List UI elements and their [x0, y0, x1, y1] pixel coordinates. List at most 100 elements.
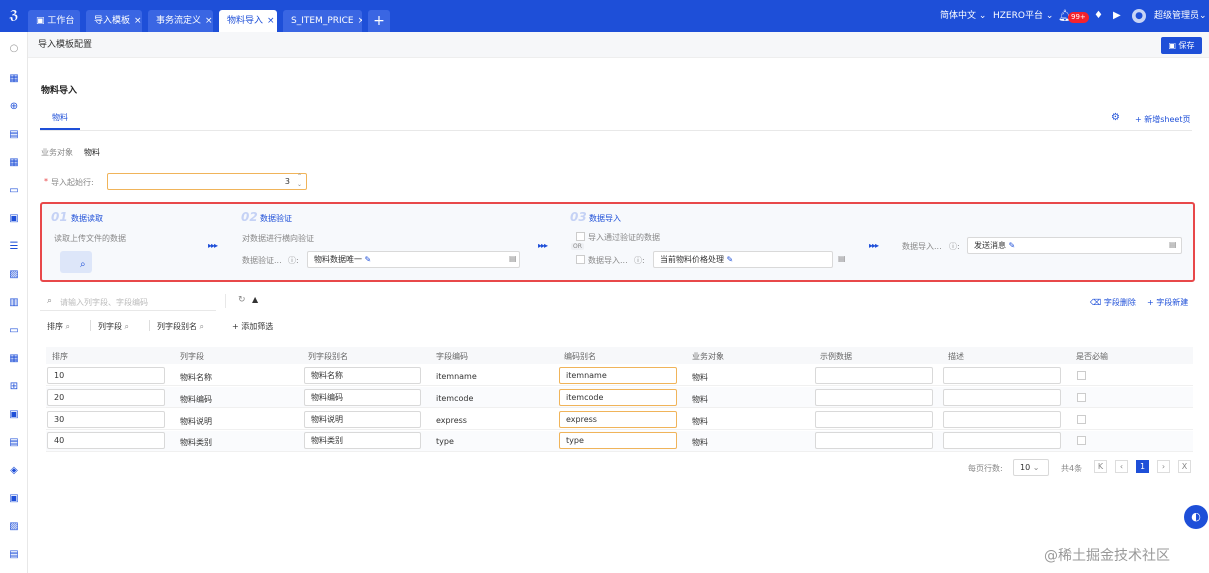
stepper-arrows-icon[interactable]: ⌃ ⌄ [297, 173, 302, 189]
close-icon[interactable]: × [205, 16, 213, 26]
last-page-button[interactable]: X [1178, 460, 1191, 473]
column-header-code-alias: 编码别名 [564, 352, 596, 361]
first-page-button[interactable]: K [1094, 460, 1107, 473]
list-icon[interactable]: ▤ [838, 254, 846, 263]
tab-material-import[interactable]: 物料导入 × [219, 10, 277, 32]
sample-input[interactable] [815, 432, 933, 449]
import-option-checkbox[interactable] [576, 255, 585, 264]
search-icon[interactable]: ○ [7, 42, 21, 56]
sample-input[interactable] [815, 367, 933, 384]
tab-workbench[interactable]: ▣ 工作台 [28, 10, 80, 32]
next-page-button[interactable]: › [1157, 460, 1170, 473]
gear-icon[interactable]: ⚙ [1111, 112, 1120, 123]
alias-input[interactable]: 物料名称 [304, 367, 421, 384]
field-add-button[interactable]: + 字段新建 [1147, 297, 1188, 308]
sample-input[interactable] [815, 389, 933, 406]
import-valid-checkbox[interactable] [576, 232, 585, 241]
code-cell: type [436, 437, 454, 446]
sidebar-item-shield-icon[interactable]: ◈ [7, 464, 21, 478]
add-sheet-button[interactable]: + 新增sheet页 [1135, 114, 1190, 125]
step-2-field-label: 数据验证... [242, 256, 282, 265]
sidebar-item-image-icon[interactable]: ▨ [7, 268, 21, 282]
save-button[interactable]: ▣ 保存 [1161, 37, 1202, 54]
sidebar-item-globe-icon[interactable]: ⊕ [7, 100, 21, 114]
filter-column-alias[interactable]: 列字段别名 ⌕ [157, 321, 204, 332]
field-delete-button[interactable]: ⌫ 字段删除 [1090, 297, 1136, 308]
table-header [46, 347, 1193, 364]
description-input[interactable] [943, 367, 1061, 384]
sidebar-item-calendar-icon[interactable]: ▦ [7, 72, 21, 86]
sidebar-item-report-icon[interactable]: ▨ [7, 520, 21, 534]
platform-selector[interactable]: HZERO平台 ⌄ [993, 0, 1053, 32]
code-alias-input[interactable]: type [559, 432, 677, 449]
tab-item-price[interactable]: S_ITEM_PRICE × [283, 10, 362, 32]
sidebar-item-org-icon[interactable]: ⊞ [7, 380, 21, 394]
sidebar-item-table-icon[interactable]: ▦ [7, 352, 21, 366]
field-cell: 物料类别 [180, 438, 212, 447]
required-checkbox[interactable] [1077, 371, 1086, 380]
step-1-title: 数据读取 [71, 214, 103, 223]
page-size-select[interactable]: 10 ⌄ [1013, 459, 1049, 476]
sidebar-item-list-icon[interactable]: ☰ [7, 240, 21, 254]
code-alias-input[interactable]: express [559, 411, 677, 428]
sidebar-item-monitor-icon[interactable]: ▭ [7, 324, 21, 338]
message-select[interactable]: 发送消息 ✎ [967, 237, 1182, 254]
sheet-tab[interactable]: 物料 [40, 108, 80, 130]
language-selector[interactable]: 简体中文 ⌄ [940, 0, 986, 32]
required-checkbox[interactable] [1077, 393, 1086, 402]
step-2-desc: 对数据进行横向验证 [242, 234, 314, 243]
list-icon[interactable]: ▤ [509, 254, 517, 263]
alias-input[interactable]: 物料编码 [304, 389, 421, 406]
refresh-icon[interactable]: ↻ [238, 295, 246, 305]
tab-transaction-flow[interactable]: 事务流定义 × [148, 10, 213, 32]
current-page[interactable]: 1 [1136, 460, 1149, 473]
start-row-label: 导入起始行: [51, 178, 94, 187]
user-menu[interactable]: 超级管理员⌄ [1154, 0, 1207, 32]
import-select[interactable]: 当前物料价格处理 ✎ [653, 251, 833, 268]
sidebar-item-more-icon[interactable]: ▤ [7, 548, 21, 562]
play-icon[interactable]: ▶ [1113, 0, 1121, 32]
tab-import-template[interactable]: 导入模板 × [86, 10, 142, 32]
prev-page-button[interactable]: ‹ [1115, 460, 1128, 473]
sidebar-item-doc-icon[interactable]: ▤ [7, 128, 21, 142]
order-input[interactable]: 10 [47, 367, 165, 384]
order-input[interactable]: 20 [47, 389, 165, 406]
validation-select[interactable]: 物料数据唯一 ✎ [307, 251, 520, 268]
shirt-icon[interactable]: ♦ [1094, 0, 1103, 32]
required-checkbox[interactable] [1077, 415, 1086, 424]
required-checkbox[interactable] [1077, 436, 1086, 445]
order-input[interactable]: 40 [47, 432, 165, 449]
watermark: @稀土掘金技术社区 [1044, 548, 1170, 564]
code-alias-input[interactable]: itemname [559, 367, 677, 384]
sample-input[interactable] [815, 411, 933, 428]
description-input[interactable] [943, 411, 1061, 428]
order-input[interactable]: 30 [47, 411, 165, 428]
field-search-input[interactable]: 请输入列字段、字段编码 [60, 297, 148, 308]
filter-sort[interactable]: 排序 ⌕ [47, 321, 70, 332]
alias-input[interactable]: 物料类别 [304, 432, 421, 449]
add-tab-button[interactable]: + [368, 10, 390, 32]
sidebar-item-grid-icon[interactable]: ▦ [7, 156, 21, 170]
alias-input[interactable]: 物料说明 [304, 411, 421, 428]
avatar[interactable]: ● [1132, 9, 1146, 23]
app-logo-icon[interactable]: ℨ [6, 7, 22, 23]
description-input[interactable] [943, 389, 1061, 406]
sidebar-item-file-icon[interactable]: ▣ [7, 212, 21, 226]
sidebar-item-card-icon[interactable]: ▤ [7, 436, 21, 450]
sidebar-item-folder-icon[interactable]: ▭ [7, 184, 21, 198]
collapse-icon[interactable]: ▲ [252, 295, 258, 304]
description-input[interactable] [943, 432, 1061, 449]
filter-label: 排序 [47, 322, 63, 331]
start-row-stepper[interactable]: 3 [107, 173, 307, 190]
close-icon[interactable]: × [134, 16, 142, 26]
list-icon[interactable]: ▤ [1169, 240, 1177, 249]
sidebar-item-chart-icon[interactable]: ▥ [7, 296, 21, 310]
close-icon[interactable]: × [358, 16, 362, 26]
filter-column-field[interactable]: 列字段 ⌕ [98, 321, 129, 332]
sidebar-item-box-icon[interactable]: ▣ [7, 408, 21, 422]
add-filter-button[interactable]: + 添加筛选 [232, 321, 273, 332]
close-icon[interactable]: × [267, 16, 275, 26]
floating-help-icon[interactable]: ◐ [1184, 505, 1208, 529]
sidebar-item-settings-icon[interactable]: ▣ [7, 492, 21, 506]
code-alias-input[interactable]: itemcode [559, 389, 677, 406]
